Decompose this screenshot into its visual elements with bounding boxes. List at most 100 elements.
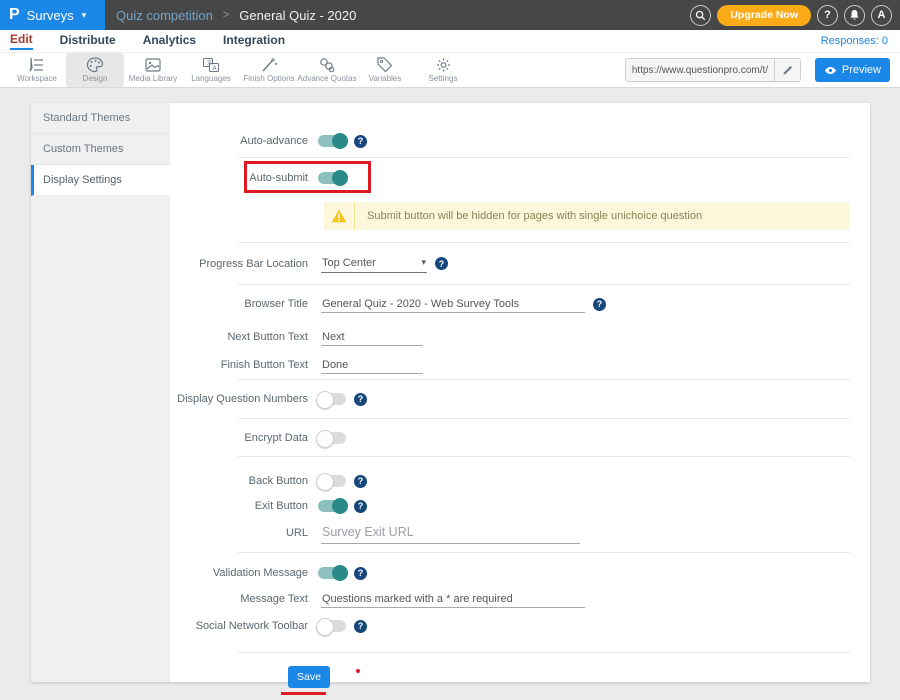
social-network-toolbar-help-icon[interactable]: ? (354, 620, 367, 633)
top-bar: P Surveys ▾ Quiz competition > General Q… (0, 0, 900, 30)
setting-row-browser-title: Browser Title ? (170, 285, 870, 323)
finish-button-text-label: Finish Button Text (170, 359, 308, 371)
setting-row-message-text: Message Text (170, 585, 870, 613)
exit-url-input[interactable] (321, 523, 580, 544)
tab-analytics[interactable]: Analytics (143, 33, 196, 49)
browser-title-help-icon[interactable]: ? (593, 298, 606, 311)
browser-title-label: Browser Title (170, 298, 308, 310)
annotation-dot (356, 669, 360, 673)
exit-button-help-icon[interactable]: ? (354, 500, 367, 513)
setting-row-finish-button-text: Finish Button Text (170, 351, 870, 379)
progress-bar-help-icon[interactable]: ? (435, 257, 448, 270)
sidebar-item-custom-themes[interactable]: Custom Themes (31, 134, 170, 165)
image-icon (144, 57, 162, 73)
workspace-icon (28, 57, 46, 73)
back-button-help-icon[interactable]: ? (354, 475, 367, 488)
pencil-icon (782, 65, 793, 76)
notifications-button[interactable] (844, 5, 865, 26)
progress-bar-location-label: Progress Bar Location (170, 258, 308, 270)
eye-icon (824, 66, 837, 75)
auto-advance-label: Auto-advance (170, 135, 308, 147)
survey-url-group (625, 58, 801, 82)
validation-message-label: Validation Message (170, 567, 308, 579)
preview-button[interactable]: Preview (815, 58, 890, 82)
toolbar-right: Preview (625, 58, 900, 82)
bell-icon (849, 9, 860, 21)
translate-icon: 文A (202, 57, 220, 73)
progress-bar-location-select[interactable]: Top Center ▾ (321, 255, 427, 273)
message-text-input[interactable] (321, 591, 585, 608)
auto-advance-help-icon[interactable]: ? (354, 135, 367, 148)
setting-row-display-question-numbers: Display Question Numbers ? (170, 380, 870, 418)
upgrade-now-button[interactable]: Upgrade Now (717, 5, 811, 26)
tag-icon (376, 57, 394, 73)
display-question-numbers-help-icon[interactable]: ? (354, 393, 367, 406)
toolbar-item-settings[interactable]: Settings (414, 53, 472, 87)
toolbar-item-media-library[interactable]: Media Library (124, 53, 182, 87)
themes-sidebar: Standard Themes Custom Themes Display Se… (31, 103, 170, 682)
toolbar-items: Workspace Design Media Library 文A Langua… (8, 53, 472, 87)
next-button-text-label: Next Button Text (170, 331, 308, 343)
encrypt-data-label: Encrypt Data (170, 432, 308, 444)
auto-submit-toggle[interactable] (318, 172, 346, 184)
warning-text: Submit button will be hidden for pages w… (355, 210, 702, 222)
tab-integration[interactable]: Integration (223, 33, 285, 49)
sidebar-item-label: Custom Themes (43, 143, 124, 155)
validation-message-help-icon[interactable]: ? (354, 567, 367, 580)
next-button-text-input[interactable] (321, 329, 423, 346)
auto-advance-toggle[interactable] (318, 135, 346, 147)
tab-distribute[interactable]: Distribute (60, 33, 116, 49)
save-button[interactable]: Save (288, 666, 330, 688)
topbar-actions: Upgrade Now ? A (690, 5, 900, 26)
toolbar-item-workspace[interactable]: Workspace (8, 53, 66, 87)
breadcrumb-parent[interactable]: Quiz competition (116, 8, 213, 23)
gear-icon (435, 57, 452, 73)
sidebar-item-label: Standard Themes (43, 112, 130, 124)
exit-url-label: URL (170, 527, 308, 539)
social-network-toolbar-label: Social Network Toolbar (170, 620, 308, 632)
edit-url-button[interactable] (774, 58, 800, 82)
surveys-menu[interactable]: P Surveys ▾ (0, 0, 105, 30)
validation-message-toggle[interactable] (318, 567, 346, 579)
toolbar-item-label: Design (83, 74, 108, 83)
encrypt-data-toggle[interactable] (318, 432, 346, 444)
toolbar-item-variables[interactable]: Variables (356, 53, 414, 87)
display-question-numbers-label: Display Question Numbers (170, 393, 308, 405)
chevron-down-icon: ▾ (82, 10, 87, 21)
toolbar-item-languages[interactable]: 文A Languages (182, 53, 240, 87)
setting-row-encrypt-data: Encrypt Data (170, 419, 870, 456)
social-network-toolbar-toggle[interactable] (318, 620, 346, 632)
tab-edit[interactable]: Edit (10, 32, 33, 50)
finish-button-text-input[interactable] (321, 357, 423, 374)
chain-links-icon (318, 57, 336, 73)
main-nav: Edit Distribute Analytics Integration Re… (0, 30, 900, 52)
display-question-numbers-toggle[interactable] (318, 393, 346, 405)
sidebar-item-standard-themes[interactable]: Standard Themes (31, 103, 170, 134)
setting-row-exit-button: Exit Button ? (170, 493, 870, 519)
setting-row-next-button-text: Next Button Text (170, 323, 870, 351)
display-settings-card: Standard Themes Custom Themes Display Se… (31, 103, 870, 682)
help-menu-button[interactable]: ? (817, 5, 838, 26)
toolbar-item-design[interactable]: Design (66, 53, 124, 87)
search-button[interactable] (690, 5, 711, 26)
survey-url-input[interactable] (626, 59, 774, 81)
auto-submit-label: Auto-submit (170, 172, 308, 184)
sidebar-item-display-settings[interactable]: Display Settings (31, 165, 170, 196)
setting-row-progress-bar-location: Progress Bar Location Top Center ▾ ? (170, 243, 870, 284)
magic-wand-icon (260, 57, 278, 73)
divider (238, 552, 850, 553)
setting-row-back-button: Back Button ? (170, 469, 870, 493)
surveys-menu-label: Surveys (27, 8, 74, 23)
toolbar-item-advance-quotas[interactable]: Advance Quotas (298, 53, 356, 87)
back-button-toggle[interactable] (318, 475, 346, 487)
setting-row-validation-message: Validation Message ? (170, 561, 870, 585)
account-avatar[interactable]: A (871, 5, 892, 26)
search-icon (695, 10, 706, 21)
toolbar-item-finish-options[interactable]: Finish Options (240, 53, 298, 87)
warning-icon-cell (324, 202, 355, 230)
exit-button-toggle[interactable] (318, 500, 346, 512)
browser-title-input[interactable] (321, 296, 585, 313)
divider (238, 157, 850, 158)
toolbar-item-label: Settings (429, 74, 458, 83)
responses-count[interactable]: Responses: 0 (821, 35, 888, 47)
